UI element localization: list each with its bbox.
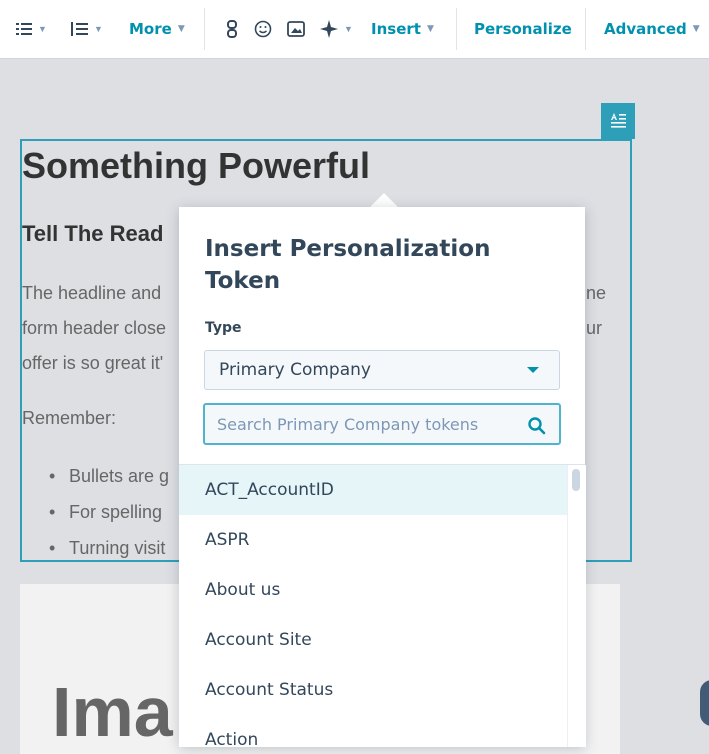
paragraph-line[interactable]: The headline and [22,283,161,304]
token-search-field[interactable] [203,403,561,445]
token-list-item[interactable]: ASPR [179,515,567,565]
insert-label: Insert [371,20,421,38]
token-list-item[interactable]: Action [179,715,567,747]
editor-toolbar: ▼ ▼ More ▼ ▼ Insert ▼ Personalize Advanc… [0,0,709,59]
emoji-icon [254,20,272,38]
token-list-item[interactable]: Account Status [179,665,567,715]
type-select[interactable]: Primary Company [204,350,560,390]
sparkle-icon [320,20,338,38]
type-label: Type [205,320,242,336]
emoji-button[interactable] [254,0,272,58]
token-list: ACT_AccountID ASPR About us Account Site… [179,465,567,747]
token-search-input[interactable] [217,405,517,443]
caret-down-icon [527,367,539,373]
subheading[interactable]: Tell The Read [22,221,163,247]
line-height-icon [71,22,88,36]
advanced-menu-button[interactable]: Advanced ▼ [604,0,700,58]
token-list-item[interactable]: About us [179,565,567,615]
image-button[interactable] [287,0,305,58]
paragraph-fragment[interactable]: ne [586,283,606,304]
chevron-down-icon: ▼ [692,24,700,34]
list-icon [16,23,32,35]
token-list-item[interactable]: ACT_AccountID [179,465,567,515]
chevron-down-icon: ▼ [344,24,353,34]
paragraph-line[interactable]: offer is so great it' [22,353,163,374]
insert-menu-button[interactable]: Insert ▼ [371,0,434,58]
chevron-down-icon: ▼ [94,24,103,34]
type-select-value: Primary Company [219,360,371,380]
bullet-item[interactable]: Turning visit [49,538,165,559]
ai-assistant-dropdown[interactable]: ▼ [320,0,353,58]
chevron-down-icon: ▼ [38,24,47,34]
chevron-down-icon: ▼ [177,24,185,34]
image-icon [287,21,305,37]
scrollbar-thumb[interactable] [572,469,580,491]
text-module-icon [611,113,626,128]
chat-widget-launcher[interactable] [700,680,709,726]
personalization-token-popover: Insert Personalization Token Type Primar… [179,207,586,747]
paragraph-fragment[interactable]: ur [586,318,602,339]
more-menu-button[interactable]: More ▼ [129,0,185,58]
image-placeholder-text: Ima [52,673,173,751]
remember-text[interactable]: Remember: [22,408,116,429]
more-label: More [129,20,172,38]
toolbar-divider [204,8,205,50]
link-icon [227,20,237,38]
toolbar-divider [585,8,586,50]
bullet-item[interactable]: For spelling [49,502,162,523]
line-height-dropdown[interactable]: ▼ [70,0,103,58]
search-icon [528,417,546,435]
token-list-scrollbar[interactable] [567,465,586,747]
toolbar-divider [456,8,457,50]
paragraph-line[interactable]: form header close [22,318,166,339]
personalize-button[interactable]: Personalize [474,0,572,58]
rich-text-module-badge[interactable] [601,103,635,139]
advanced-label: Advanced [604,20,687,38]
numbered-list-dropdown[interactable]: ▼ [16,0,47,58]
chevron-down-icon: ▼ [426,24,434,34]
bullet-item[interactable]: Bullets are g [49,466,169,487]
personalize-label: Personalize [474,20,572,38]
headline[interactable]: Something Powerful [22,145,370,187]
popover-arrow [369,193,399,208]
token-list-item[interactable]: Account Site [179,615,567,665]
popover-title: Insert Personalization Token [205,236,491,294]
link-button[interactable] [225,0,239,58]
